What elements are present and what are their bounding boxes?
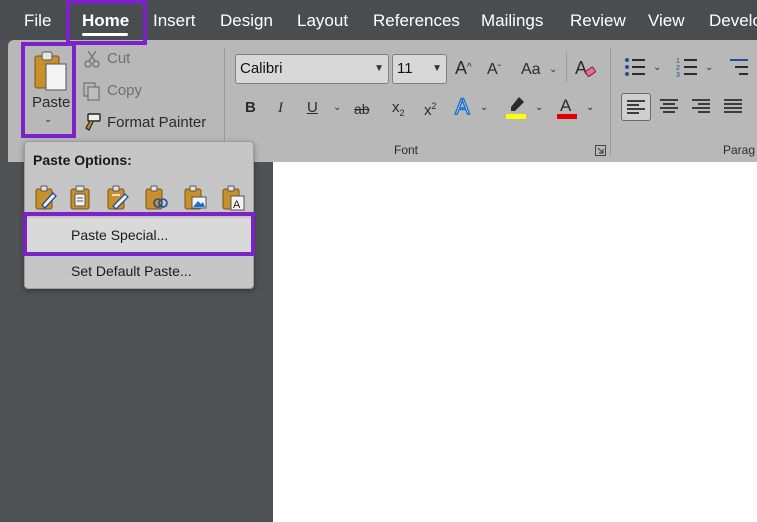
paste-options-header: Paste Options: bbox=[33, 152, 132, 168]
paste-highlight-box bbox=[21, 42, 76, 138]
group-separator-2 bbox=[610, 48, 611, 156]
paste-picture-link-icon[interactable] bbox=[143, 185, 169, 211]
svg-text:A: A bbox=[455, 94, 470, 118]
font-name-combo[interactable]: Calibri ▼ bbox=[235, 54, 389, 84]
svg-text:1: 1 bbox=[676, 58, 680, 65]
tab-mailings[interactable]: Mailings bbox=[481, 0, 543, 40]
highlight-chevron-icon[interactable]: ⌄ bbox=[535, 102, 543, 113]
multilevel-list-icon[interactable] bbox=[728, 56, 750, 78]
svg-text:A: A bbox=[233, 199, 241, 211]
shrink-font-icon[interactable]: Aˇ bbox=[487, 60, 501, 80]
align-left-button[interactable] bbox=[621, 93, 651, 121]
tab-file[interactable]: File bbox=[24, 0, 51, 40]
clear-formatting-icon[interactable]: A bbox=[574, 56, 598, 80]
svg-text:2: 2 bbox=[676, 65, 680, 72]
copy-button[interactable]: Copy bbox=[107, 82, 142, 99]
numbering-chevron-icon[interactable]: ⌄ bbox=[705, 62, 713, 73]
scissors-icon bbox=[84, 50, 100, 68]
font-tool-separator bbox=[566, 52, 567, 82]
align-right-icon[interactable] bbox=[690, 97, 712, 117]
font-size-value: 11 bbox=[397, 60, 413, 77]
tab-developer[interactable]: Develo bbox=[709, 0, 757, 40]
paste-use-destination-theme-icon[interactable] bbox=[33, 185, 59, 211]
highlight-color-icon[interactable] bbox=[505, 94, 529, 120]
text-effects-chevron-icon[interactable]: ⌄ bbox=[480, 102, 488, 113]
group-separator bbox=[224, 48, 225, 156]
text-effects-icon[interactable]: A bbox=[453, 94, 475, 118]
set-default-paste-label: Set Default Paste... bbox=[71, 263, 192, 279]
format-painter-button[interactable]: Format Painter bbox=[107, 114, 206, 131]
superscript-icon[interactable]: x2 bbox=[424, 96, 437, 121]
paste-as-picture-icon[interactable] bbox=[182, 185, 208, 211]
align-center-icon[interactable] bbox=[658, 97, 680, 117]
paste-special-highlight-box bbox=[23, 212, 255, 256]
bullets-chevron-icon[interactable]: ⌄ bbox=[653, 62, 661, 73]
set-default-paste-menu-item[interactable]: Set Default Paste... bbox=[27, 254, 251, 288]
font-dialog-launcher-icon[interactable] bbox=[595, 145, 606, 156]
font-size-dropdown-icon[interactable]: ▼ bbox=[432, 55, 442, 83]
font-color-chevron-icon[interactable]: ⌄ bbox=[586, 102, 594, 113]
paragraph-group-label: Parag bbox=[723, 143, 756, 157]
italic-icon[interactable]: I bbox=[278, 98, 283, 118]
change-case-button[interactable]: Aa bbox=[521, 60, 541, 80]
cut-button[interactable]: Cut bbox=[107, 50, 130, 67]
change-case-chevron-icon[interactable]: ⌄ bbox=[549, 64, 557, 75]
justify-icon[interactable] bbox=[722, 97, 744, 117]
svg-text:3: 3 bbox=[676, 72, 680, 78]
underline-icon[interactable]: U bbox=[307, 98, 318, 118]
paste-keep-source-formatting-icon[interactable] bbox=[68, 185, 94, 211]
copy-icon bbox=[83, 82, 100, 101]
subscript-icon[interactable]: x2 bbox=[392, 98, 405, 123]
document-page[interactable] bbox=[273, 162, 757, 522]
format-painter-icon bbox=[85, 113, 101, 131]
paste-merge-formatting-icon[interactable] bbox=[105, 185, 131, 211]
tab-insert[interactable]: Insert bbox=[153, 0, 196, 40]
home-tab-highlight-box bbox=[66, 0, 147, 45]
grow-font-icon[interactable]: A^ bbox=[455, 58, 472, 78]
tab-references[interactable]: References bbox=[373, 0, 460, 40]
strikethrough-icon[interactable]: ab bbox=[354, 99, 370, 119]
font-color-icon[interactable]: A bbox=[556, 94, 580, 120]
bullets-icon[interactable] bbox=[624, 56, 646, 78]
svg-text:A: A bbox=[560, 96, 572, 115]
tab-design[interactable]: Design bbox=[220, 0, 273, 40]
tab-view[interactable]: View bbox=[648, 0, 685, 40]
font-name-value: Calibri bbox=[240, 60, 283, 77]
tab-review[interactable]: Review bbox=[570, 0, 626, 40]
svg-text:A: A bbox=[575, 58, 587, 78]
tab-layout[interactable]: Layout bbox=[297, 0, 348, 40]
change-case-label: Aa bbox=[521, 61, 541, 78]
numbering-icon[interactable]: 1 2 3 bbox=[676, 56, 698, 78]
font-name-dropdown-icon[interactable]: ▼ bbox=[374, 55, 384, 83]
paste-keep-text-only-icon[interactable]: A bbox=[220, 185, 246, 211]
bold-icon[interactable]: B bbox=[245, 98, 256, 118]
align-left-icon bbox=[627, 100, 645, 114]
font-size-combo[interactable]: 11 ▼ bbox=[392, 54, 447, 84]
underline-chevron-icon[interactable]: ⌄ bbox=[333, 102, 341, 113]
font-group-label: Font bbox=[394, 143, 419, 157]
